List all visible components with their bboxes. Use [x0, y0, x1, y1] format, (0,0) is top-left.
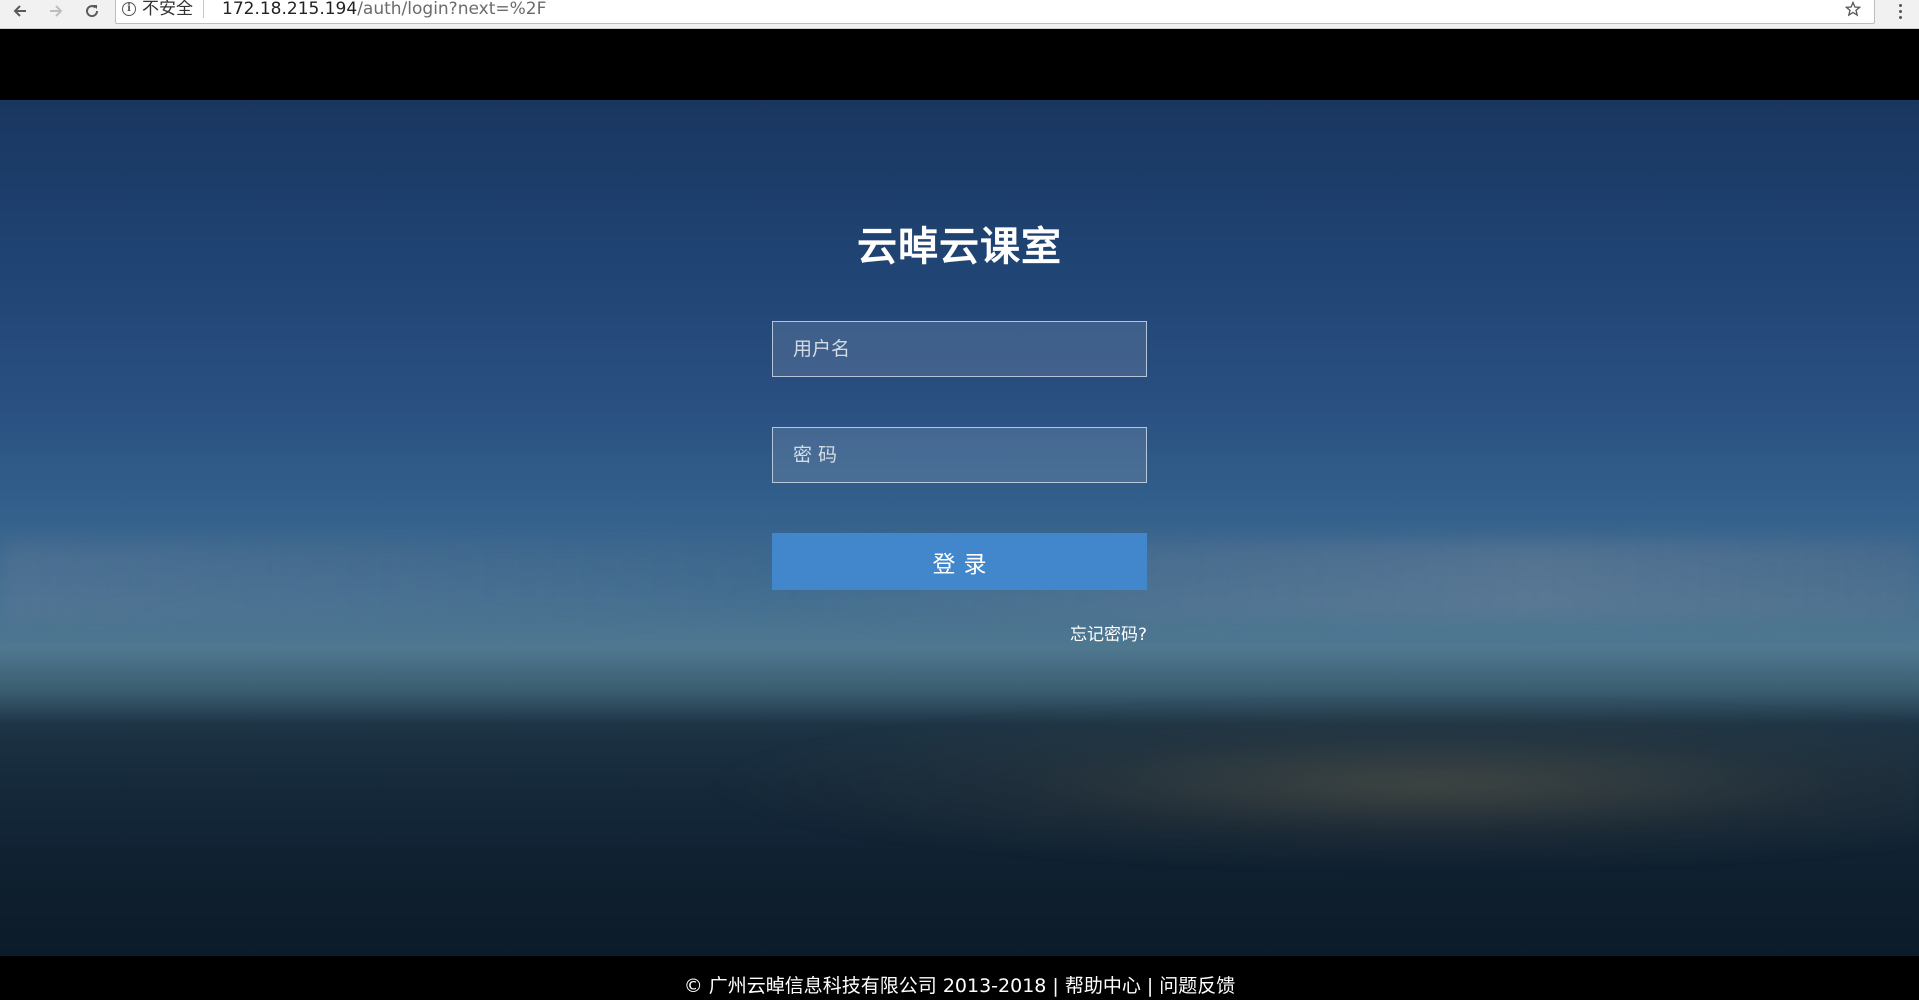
forgot-password-link[interactable]: 忘记密码?: [1070, 620, 1147, 645]
page-title: 云晫云课室: [857, 224, 1062, 270]
footer-separator: |: [1146, 975, 1154, 997]
hero-background: 云晫云课室 登录 忘记密码?: [0, 100, 1919, 956]
reload-button[interactable]: [78, 0, 106, 22]
bookmark-star-icon: [1845, 1, 1861, 17]
forward-arrow-icon: [50, 5, 63, 17]
copyright-text: © 广州云晫信息科技有限公司 2013-2018: [683, 975, 1047, 997]
footer: © 广州云晫信息科技有限公司 2013-2018 | 帮助中心 | 问题反馈: [0, 956, 1919, 1000]
feedback-link[interactable]: 问题反馈: [1159, 976, 1235, 996]
security-indicator[interactable]: i 不安全: [122, 0, 204, 18]
login-form: 云晫云课室 登录 忘记密码?: [772, 100, 1147, 956]
url-text[interactable]: 172.18.215.194/auth/login?next=%2F: [222, 0, 546, 18]
browser-toolbar: i 不安全 172.18.215.194/auth/login?next=%2F: [0, 0, 1919, 29]
address-bar[interactable]: i 不安全 172.18.215.194/auth/login?next=%2F: [115, 0, 1875, 24]
page-header: [0, 29, 1919, 100]
url-path: /auth/login?next=%2F: [357, 0, 547, 19]
help-center-link[interactable]: 帮助中心: [1065, 976, 1141, 996]
url-host: 172.18.215.194: [222, 0, 358, 19]
bookmark-button[interactable]: [1844, 0, 1862, 18]
login-button[interactable]: 登录: [772, 533, 1147, 590]
info-icon: i: [122, 2, 136, 16]
username-input[interactable]: [772, 321, 1147, 377]
reload-icon: [86, 5, 99, 18]
footer-separator: |: [1052, 975, 1059, 997]
security-label: 不安全: [142, 0, 193, 19]
forward-button[interactable]: [42, 0, 70, 22]
back-button[interactable]: [6, 0, 34, 22]
menu-dots-icon[interactable]: [1893, 0, 1907, 22]
back-arrow-icon: [13, 5, 26, 17]
password-input[interactable]: [772, 427, 1147, 483]
